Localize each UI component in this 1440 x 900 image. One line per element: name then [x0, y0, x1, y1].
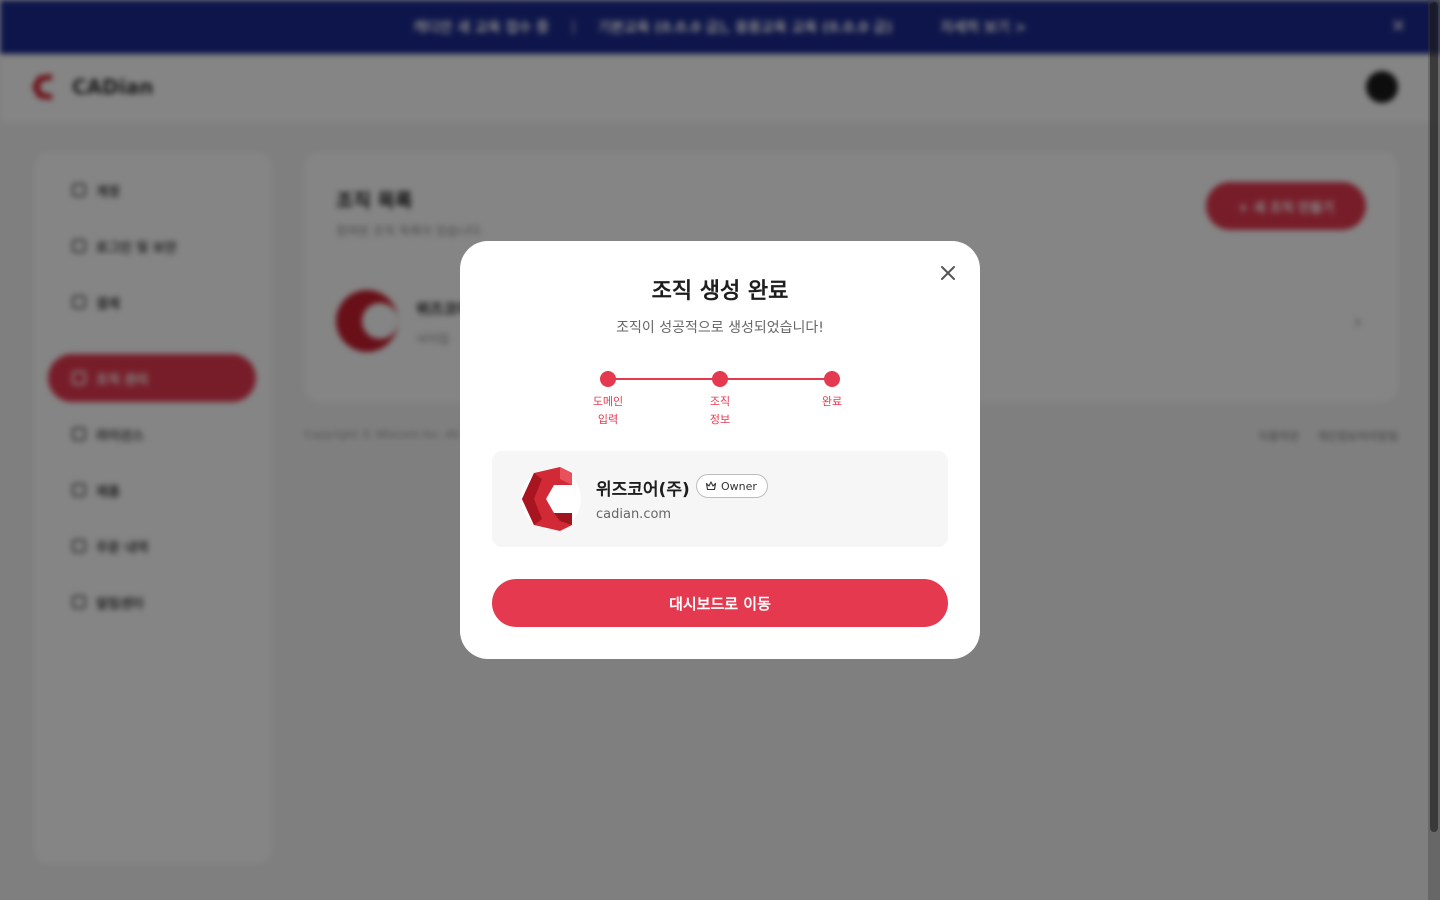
modal-title: 조직 생성 완료 [651, 279, 789, 304]
step-dot [824, 371, 840, 387]
step-label: 조직 정보 [709, 395, 731, 426]
crown-icon [705, 481, 717, 491]
step-dot [600, 371, 616, 387]
go-to-dashboard-button[interactable]: 대시보드로 이동 [492, 579, 948, 627]
step-label: 완료 [821, 395, 843, 408]
modal-subtitle: 조직이 성공적으로 생성되었습니다! [616, 320, 824, 336]
step-domain: 도메인 입력 [578, 369, 638, 429]
organization-logo-icon [521, 467, 581, 531]
organization-domain: cadian.com [596, 507, 672, 522]
role-label: Owner [721, 479, 757, 493]
step-complete: 완료 [802, 369, 862, 411]
organization-created-modal: 조직 생성 완료 조직이 성공적으로 생성되었습니다! 도메인 입력 조직 정보… [460, 241, 980, 659]
organization-name: 위즈코어(주) [596, 480, 690, 500]
step-label: 도메인 입력 [592, 395, 624, 426]
role-badge: Owner [696, 474, 768, 498]
organization-summary-card: 위즈코어(주) Owner cadian.com [492, 451, 948, 547]
scrollbar-thumb[interactable] [1430, 2, 1438, 832]
step-dot [712, 371, 728, 387]
step-organization-info: 조직 정보 [690, 369, 750, 429]
scrollbar[interactable] [1428, 0, 1440, 900]
progress-stepper: 도메인 입력 조직 정보 완료 [460, 369, 980, 429]
